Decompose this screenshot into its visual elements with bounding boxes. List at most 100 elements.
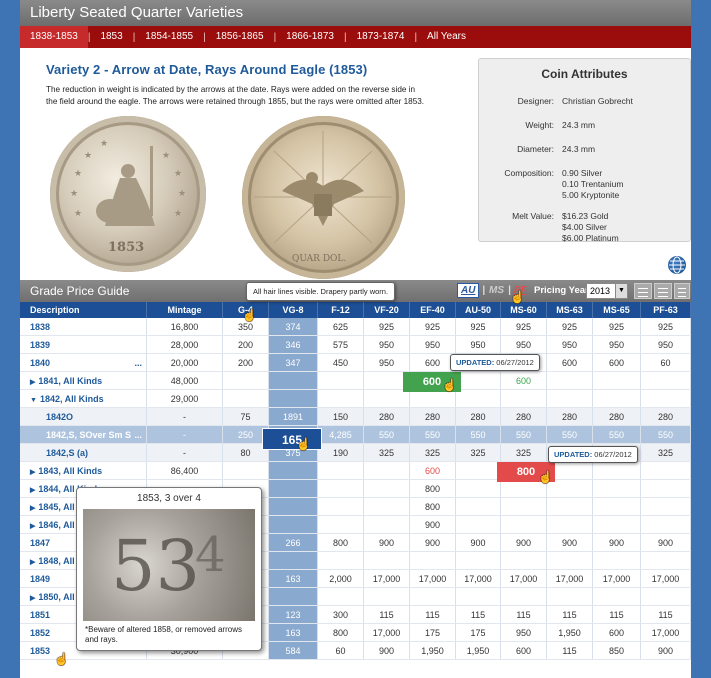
price-cell[interactable]: [641, 552, 691, 569]
price-cell[interactable]: 280: [456, 408, 501, 425]
price-cell[interactable]: 800: [318, 534, 364, 551]
price-cell[interactable]: 925: [501, 318, 547, 335]
price-cell[interactable]: 925: [456, 318, 501, 335]
price-cell[interactable]: 163: [269, 570, 318, 587]
price-cell[interactable]: [364, 588, 410, 605]
price-cell[interactable]: 925: [410, 318, 456, 335]
price-cell[interactable]: 60: [641, 354, 691, 371]
row-description[interactable]: 1842,S (a): [20, 444, 147, 461]
price-cell[interactable]: 900: [364, 642, 410, 659]
price-cell[interactable]: 115: [547, 642, 593, 659]
price-cell[interactable]: 850: [593, 642, 641, 659]
price-cell[interactable]: 28,000: [147, 336, 223, 353]
tab-1853[interactable]: 1853: [90, 26, 132, 48]
price-cell[interactable]: [318, 480, 364, 497]
price-cell[interactable]: 550: [410, 426, 456, 443]
price-cell[interactable]: 925: [547, 318, 593, 335]
price-cell[interactable]: 950: [501, 336, 547, 353]
price-cell[interactable]: 950: [641, 336, 691, 353]
price-cell[interactable]: [547, 390, 593, 407]
col-ef-40[interactable]: EF-40: [410, 302, 456, 318]
table-row[interactable]: ▶ 1843, All Kinds 86,400 600: [20, 462, 691, 480]
table-row[interactable]: ▼ 1842, All Kinds 29,000: [20, 390, 691, 408]
price-cell[interactable]: [547, 516, 593, 533]
price-cell[interactable]: [547, 498, 593, 515]
tab-1838-1853[interactable]: 1838-1853: [20, 26, 88, 48]
price-cell[interactable]: 123: [269, 606, 318, 623]
price-cell[interactable]: 950: [547, 336, 593, 353]
price-cell[interactable]: -: [147, 444, 223, 461]
price-cell[interactable]: 600: [501, 642, 547, 659]
expand-arrow-icon[interactable]: ▶: [30, 518, 35, 533]
price-cell[interactable]: 900: [641, 534, 691, 551]
price-cell[interactable]: 280: [501, 408, 547, 425]
col-vf-20[interactable]: VF-20: [364, 302, 410, 318]
price-cell[interactable]: 115: [547, 606, 593, 623]
price-cell[interactable]: [410, 390, 456, 407]
price-cell[interactable]: 115: [593, 606, 641, 623]
price-cell[interactable]: [456, 390, 501, 407]
price-cell[interactable]: 86,400: [147, 462, 223, 479]
price-cell[interactable]: [501, 390, 547, 407]
price-cell[interactable]: 75: [223, 408, 269, 425]
price-cell[interactable]: -: [147, 426, 223, 443]
price-cell[interactable]: 280: [364, 408, 410, 425]
price-cell[interactable]: 950: [410, 336, 456, 353]
price-cell[interactable]: 625: [318, 318, 364, 335]
price-cell[interactable]: 900: [641, 642, 691, 659]
price-cell[interactable]: 60: [318, 642, 364, 659]
price-cell[interactable]: 300: [318, 606, 364, 623]
row-description[interactable]: ▼ 1842, All Kinds: [20, 390, 147, 407]
price-cell[interactable]: 925: [364, 318, 410, 335]
price-cell[interactable]: [269, 552, 318, 569]
expand-arrow-icon[interactable]: ▶: [30, 482, 35, 497]
price-cell[interactable]: [456, 498, 501, 515]
price-cell[interactable]: 17,000: [641, 624, 691, 641]
price-cell[interactable]: 175: [410, 624, 456, 641]
price-cell[interactable]: 115: [410, 606, 456, 623]
tab-1873-1874[interactable]: 1873-1874: [347, 26, 415, 48]
price-cell[interactable]: [269, 462, 318, 479]
price-cell[interactable]: 550: [593, 426, 641, 443]
price-cell[interactable]: -: [147, 408, 223, 425]
price-cell[interactable]: 325: [641, 444, 691, 461]
price-cell[interactable]: 325: [501, 444, 547, 461]
tab-all-years[interactable]: All Years: [417, 26, 476, 48]
reverse-coin-image[interactable]: QUAR DOL.: [242, 116, 405, 279]
price-cell[interactable]: 17,000: [410, 570, 456, 587]
row-description[interactable]: ▶ 1841, All Kinds: [20, 372, 147, 389]
price-cell[interactable]: 175: [456, 624, 501, 641]
price-cell[interactable]: [318, 390, 364, 407]
price-cell[interactable]: 1,950: [547, 624, 593, 641]
au-toggle[interactable]: AU: [457, 283, 480, 298]
price-cell[interactable]: 2,000: [318, 570, 364, 587]
price-cell[interactable]: 950: [364, 336, 410, 353]
price-cell[interactable]: [223, 372, 269, 389]
price-cell[interactable]: [547, 372, 593, 389]
price-cell[interactable]: 950: [593, 336, 641, 353]
row-description[interactable]: 1840...: [20, 354, 147, 371]
price-cell[interactable]: [593, 480, 641, 497]
col-vg-8[interactable]: VG-8: [269, 302, 318, 318]
tab-1866-1873[interactable]: 1866-1873: [276, 26, 344, 48]
price-cell[interactable]: 374: [269, 318, 318, 335]
price-cell[interactable]: 347: [269, 354, 318, 371]
price-cell[interactable]: 280: [593, 408, 641, 425]
price-cell[interactable]: 550: [456, 426, 501, 443]
obverse-coin-image[interactable]: ★ ★ ★ ★ ★ ★ ★ ★ ★ 1853: [50, 116, 206, 272]
price-cell[interactable]: 200: [223, 354, 269, 371]
price-cell[interactable]: [593, 462, 641, 479]
expand-arrow-icon[interactable]: ▶: [30, 500, 35, 515]
detail-view-icon[interactable]: [674, 283, 690, 299]
price-cell[interactable]: 17,000: [641, 570, 691, 587]
price-cell[interactable]: [318, 552, 364, 569]
price-cell[interactable]: [269, 588, 318, 605]
price-cell[interactable]: [641, 390, 691, 407]
price-cell[interactable]: 550: [641, 426, 691, 443]
price-cell[interactable]: 1,950: [410, 642, 456, 659]
price-cell[interactable]: 800: [410, 498, 456, 515]
row-description[interactable]: 1838: [20, 318, 147, 335]
price-cell[interactable]: 17,000: [364, 570, 410, 587]
tab-1854-1855[interactable]: 1854-1855: [135, 26, 203, 48]
row-description[interactable]: 1842O: [20, 408, 147, 425]
